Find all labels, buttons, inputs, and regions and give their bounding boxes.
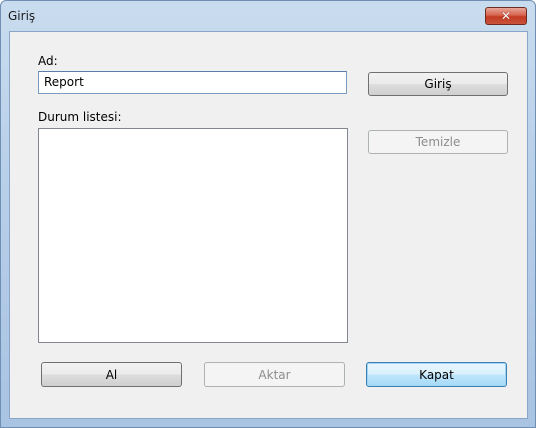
close-button[interactable]: Kapat: [366, 362, 507, 387]
name-label: Ad:: [38, 54, 58, 68]
window-title: Giriş: [8, 9, 36, 23]
name-input[interactable]: Report: [38, 71, 347, 94]
transfer-button[interactable]: Aktar: [204, 362, 345, 387]
status-list-label: Durum listesi:: [38, 110, 122, 124]
login-dialog-window: Giriş ✕ Ad: Report Giriş Durum listesi: …: [0, 0, 536, 428]
clear-button[interactable]: Temizle: [368, 130, 508, 154]
close-icon: ✕: [500, 9, 512, 23]
status-listbox[interactable]: [38, 128, 348, 343]
get-button[interactable]: Al: [41, 362, 182, 387]
close-window-button[interactable]: ✕: [485, 7, 527, 25]
title-bar[interactable]: Giriş ✕: [1, 1, 535, 31]
login-button[interactable]: Giriş: [368, 72, 508, 96]
dialog-client-area: Ad: Report Giriş Durum listesi: Temizle …: [9, 31, 528, 419]
